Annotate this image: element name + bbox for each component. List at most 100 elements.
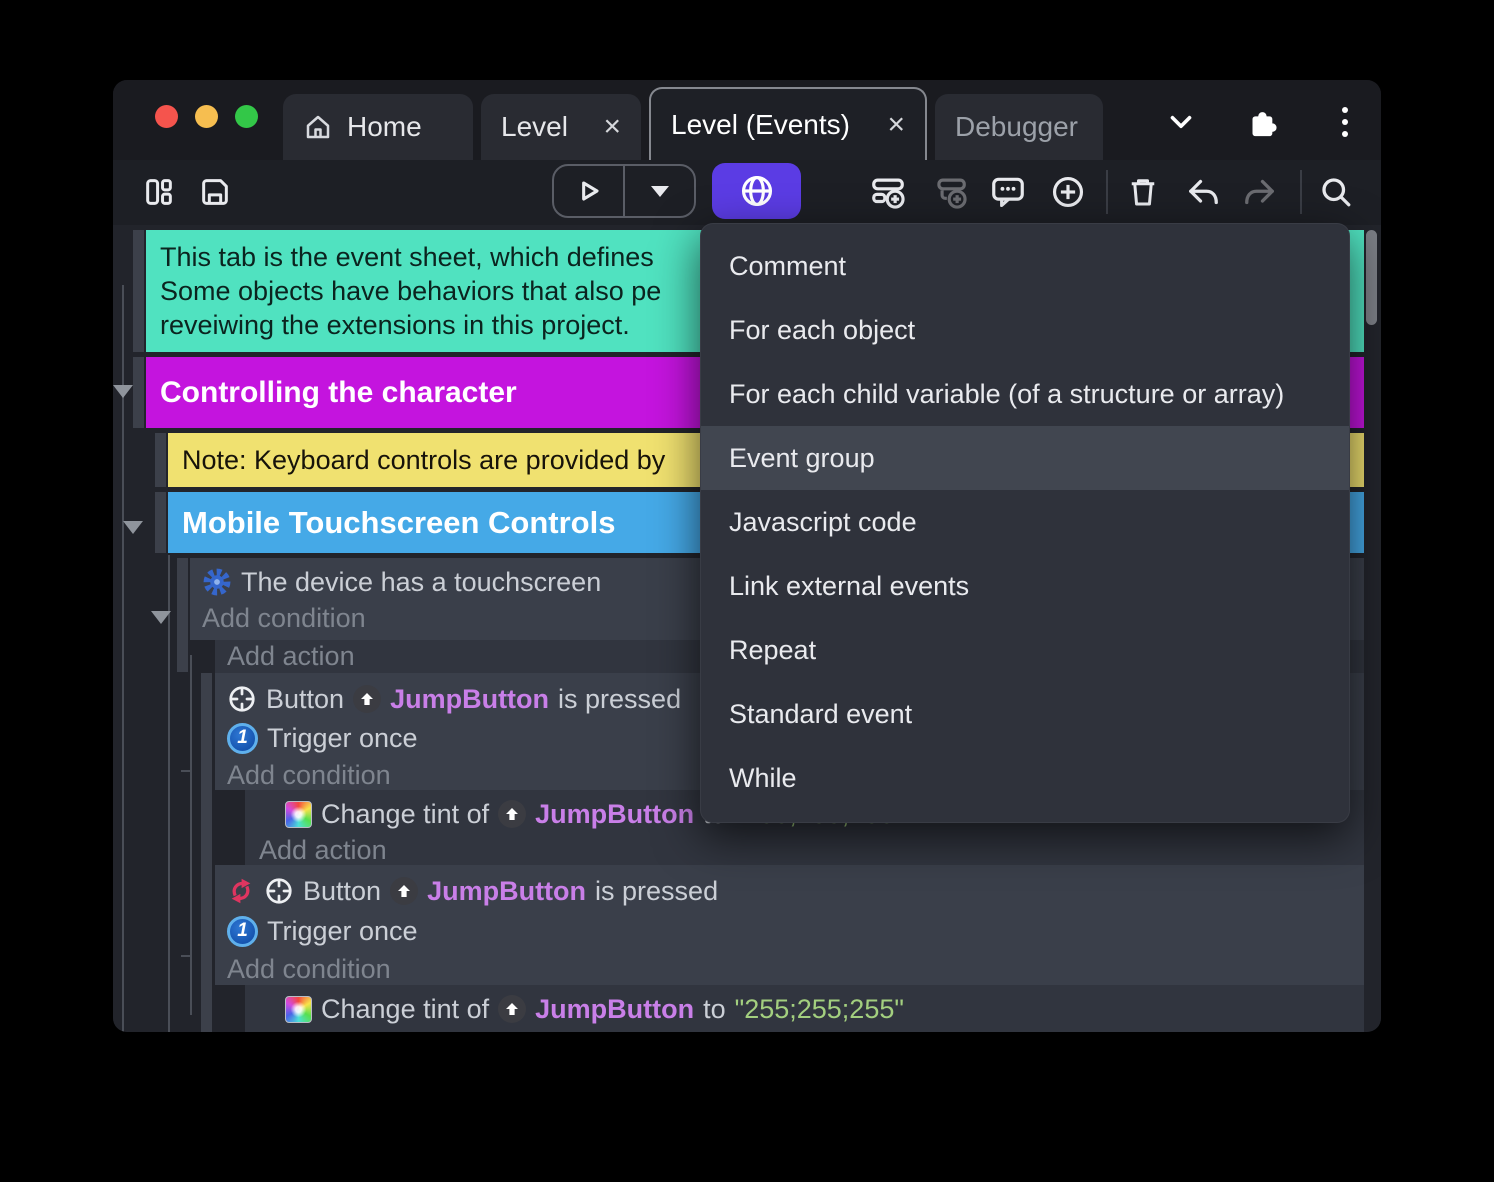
puzzle-extension-icon[interactable]: [1241, 102, 1281, 142]
scrollbar-thumb[interactable]: [1366, 230, 1377, 325]
object-arrow-icon: [498, 995, 527, 1023]
project-panels-icon[interactable]: [133, 166, 185, 218]
menu-item[interactable]: While: [701, 746, 1349, 810]
add-action-link[interactable]: Add action: [259, 835, 387, 866]
menu-item[interactable]: For each child variable (of a structure …: [701, 362, 1349, 426]
play-button-group: [552, 164, 696, 218]
add-circle-button[interactable]: [1042, 166, 1094, 218]
menu-item[interactable]: For each object: [701, 298, 1349, 362]
desktop-background: Home Level × Level (Events) × Debugger T…: [0, 0, 1494, 1182]
add-action-link[interactable]: Add action: [259, 1031, 387, 1033]
dropdown-caret-icon: [650, 185, 669, 197]
add-condition-link[interactable]: Add condition: [227, 954, 391, 985]
condition-text: is pressed: [595, 875, 719, 906]
object-arrow-icon: [498, 800, 527, 828]
menu-item[interactable]: Event group: [701, 426, 1349, 490]
gamepad-button-icon: [264, 876, 294, 906]
menu-item-label: Event group: [729, 442, 875, 473]
tab-debugger[interactable]: Debugger: [935, 94, 1103, 160]
menu-item[interactable]: Repeat: [701, 618, 1349, 682]
kebab-menu-icon[interactable]: [1325, 102, 1365, 142]
save-icon[interactable]: [189, 166, 241, 218]
toolbar: [113, 160, 1381, 225]
tab-label: Level: [501, 111, 568, 142]
collapse-arrow-icon[interactable]: [113, 385, 133, 398]
tree-tick: [181, 770, 191, 772]
chevron-down-icon[interactable]: [1161, 102, 1201, 142]
row-handle[interactable]: [133, 357, 144, 428]
undo-button[interactable]: [1176, 166, 1228, 218]
globe-preview-icon: [738, 172, 776, 210]
tint-color-icon: [285, 995, 312, 1023]
tree-line: [168, 555, 170, 1032]
tab-level-events[interactable]: Level (Events) ×: [649, 87, 927, 160]
trigger-once-icon: 1: [227, 915, 258, 947]
collapse-arrow-icon[interactable]: [123, 521, 143, 534]
menu-item-label: Javascript code: [729, 506, 917, 537]
add-comment-button[interactable]: [982, 166, 1034, 218]
object-arrow-icon: [390, 877, 419, 905]
close-tab-icon[interactable]: ×: [887, 109, 905, 140]
object-arrow-icon: [353, 685, 382, 713]
menu-item[interactable]: Comment: [701, 234, 1349, 298]
object-name: JumpButton: [535, 993, 695, 1024]
condition-text: Button: [303, 875, 382, 906]
zoom-window-button[interactable]: [235, 105, 258, 128]
action-value: "255;255;255": [734, 993, 904, 1024]
tab-label: Home: [347, 111, 422, 142]
menu-item[interactable]: Javascript code: [701, 490, 1349, 554]
row-handle[interactable]: [177, 558, 188, 672]
trigger-once-icon: 1: [227, 722, 258, 754]
action-text: Change tint of: [321, 798, 490, 829]
menu-item-label: Repeat: [729, 634, 817, 665]
tab-home[interactable]: Home: [283, 94, 473, 160]
toolbar-divider: [1300, 170, 1302, 214]
action-change-tint-2[interactable]: Change tint of JumpButton to "255;255;25…: [245, 985, 1364, 1032]
collapse-arrow-icon[interactable]: [151, 611, 171, 624]
row-handle[interactable]: [133, 230, 144, 352]
invert-condition-icon: [227, 877, 255, 905]
close-window-button[interactable]: [155, 105, 178, 128]
close-tab-icon[interactable]: ×: [603, 112, 621, 142]
row-handle[interactable]: [201, 673, 212, 1032]
tab-label: Level (Events): [671, 108, 850, 140]
object-name: JumpButton: [427, 875, 587, 906]
event-jumpbutton-2[interactable]: Button JumpButton is pressed 1 Trigger o…: [215, 865, 1364, 985]
tint-color-icon: [285, 800, 312, 828]
condition-text: Trigger once: [267, 915, 418, 946]
tree-line: [190, 655, 192, 1015]
tree-tick: [181, 955, 191, 957]
row-handle[interactable]: [155, 492, 166, 553]
add-condition-link[interactable]: Add condition: [227, 760, 391, 791]
tab-label: Debugger: [955, 111, 1078, 142]
gamepad-button-icon: [227, 684, 257, 714]
condition-text: The device has a touchscreen: [241, 566, 602, 597]
play-options-dropdown[interactable]: [625, 166, 694, 216]
minimize-window-button[interactable]: [195, 105, 218, 128]
menu-item[interactable]: Standard event: [701, 682, 1349, 746]
redo-button[interactable]: [1235, 166, 1287, 218]
object-name: JumpButton: [390, 683, 550, 714]
delete-button[interactable]: [1117, 166, 1169, 218]
menu-item[interactable]: Link external events: [701, 554, 1349, 618]
touchscreen-gear-icon: [202, 567, 232, 597]
add-condition-link[interactable]: Add condition: [202, 603, 366, 634]
row-handle[interactable]: [155, 433, 166, 487]
add-event-button[interactable]: [862, 166, 914, 218]
action-text: Change tint of: [321, 993, 490, 1024]
menu-item-label: Standard event: [729, 698, 913, 729]
action-text: to: [703, 993, 726, 1024]
add-subevent-button[interactable]: [924, 166, 976, 218]
preview-network-button[interactable]: [712, 163, 801, 219]
condition-text: Trigger once: [267, 722, 418, 753]
play-button[interactable]: [554, 166, 623, 216]
tab-level[interactable]: Level ×: [481, 94, 641, 160]
condition-text: is pressed: [558, 683, 682, 714]
search-button[interactable]: [1310, 166, 1362, 218]
menu-item-label: While: [729, 762, 797, 793]
toolbar-divider: [1106, 170, 1108, 214]
add-action-link[interactable]: Add action: [227, 641, 355, 672]
menu-item-label: For each child variable (of a structure …: [729, 378, 1285, 409]
condition-text: Button: [266, 683, 345, 714]
add-event-menu: Comment For each object For each child v…: [700, 223, 1350, 823]
